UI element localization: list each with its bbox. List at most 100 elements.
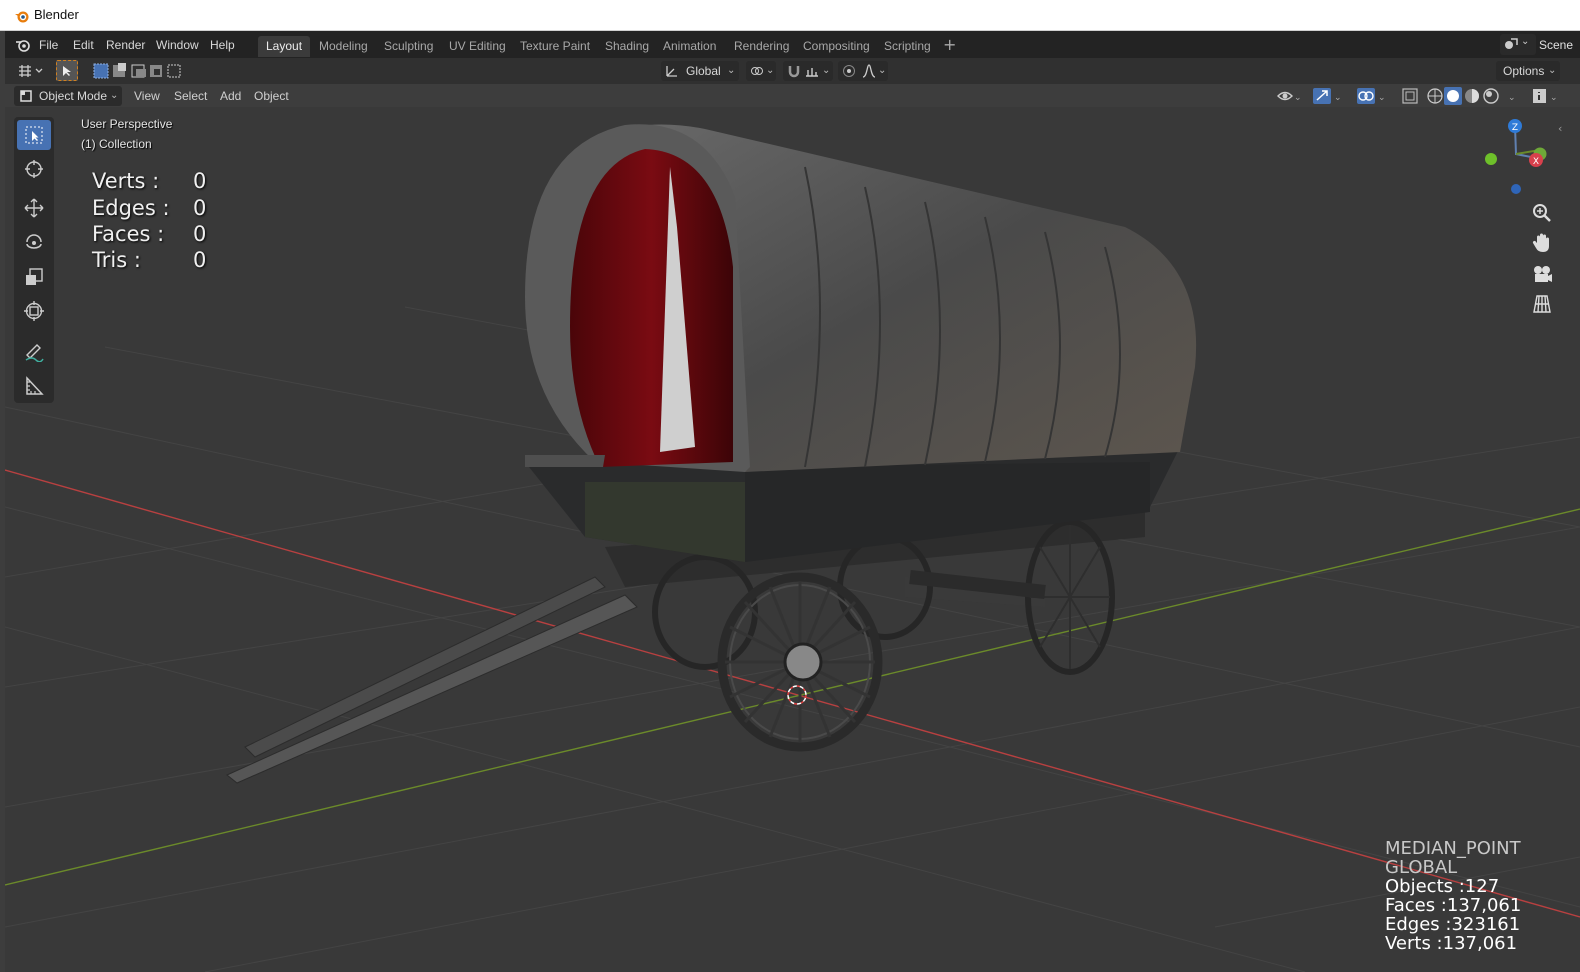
chevron-down-icon: ⌄: [766, 65, 775, 76]
tool-transform[interactable]: [17, 296, 51, 326]
menu-edit[interactable]: Edit: [73, 35, 94, 55]
options-label: Options: [1503, 64, 1545, 78]
tab-compositing[interactable]: Compositing: [795, 36, 878, 57]
tab-sculpting[interactable]: Sculpting: [376, 36, 441, 57]
wagon-model: [226, 124, 1197, 784]
view-perspective-label: User Perspective: [81, 117, 173, 131]
stat-edges-label: Edges :: [92, 196, 170, 220]
orientation-info: GLOBAL: [1385, 857, 1458, 878]
scene-icon: [1505, 38, 1518, 49]
shading-solid-icon[interactable]: [1444, 87, 1462, 105]
ortho-grid-icon[interactable]: [1530, 292, 1554, 316]
tab-scripting[interactable]: Scripting: [876, 36, 939, 57]
window-title: Blender: [34, 7, 79, 22]
tool-measure[interactable]: [17, 371, 51, 401]
zoom-magnifier-icon[interactable]: [1530, 201, 1554, 225]
blender-menu-icon[interactable]: [15, 37, 31, 53]
svg-text:⌄: ⌄: [1334, 93, 1342, 103]
viewport-header-right-icons: ⌄ ⌄ ⌄ ⌄ ⌄: [1277, 87, 1558, 105]
tab-texture-paint[interactable]: Texture Paint: [512, 36, 598, 57]
magnet-icon: [788, 66, 800, 78]
pan-hand-icon[interactable]: [1530, 231, 1554, 255]
crosshair-cursor-icon: [25, 160, 43, 178]
xray-toggle-icon[interactable]: [1402, 88, 1418, 104]
add-workspace-icon[interactable]: +: [943, 35, 956, 54]
menu-file[interactable]: File: [39, 35, 58, 55]
chevron-down-icon: ⌄: [110, 90, 119, 101]
faces-count: Faces :137,061: [1385, 895, 1522, 916]
gizmo-neg-z-axis[interactable]: [1511, 184, 1521, 194]
stat-faces-value: 0: [193, 222, 207, 246]
editor-type-icon[interactable]: [17, 63, 43, 79]
tool-annotate[interactable]: [17, 337, 51, 367]
menu-object[interactable]: Object: [254, 86, 289, 106]
gizmo-z-label: Z: [1512, 123, 1518, 133]
falloff-curve-icon: [862, 64, 876, 78]
tab-rendering[interactable]: Rendering: [726, 36, 797, 57]
menu-window[interactable]: Window: [156, 35, 199, 55]
chevron-down-icon: ⌄: [822, 65, 831, 76]
sidebar-toggle-icon[interactable]: ‹: [1558, 122, 1562, 135]
tool-rotate[interactable]: [17, 227, 51, 257]
select-box-icon: [25, 126, 43, 144]
svg-text:⌄: ⌄: [1378, 93, 1386, 103]
top-menubar: File Edit Render Window Help Layout Mode…: [5, 31, 1580, 58]
move-arrows-icon: [24, 198, 44, 218]
tab-shading[interactable]: Shading: [597, 36, 657, 57]
gizmo-toggle-icon[interactable]: ⌄: [1313, 88, 1342, 104]
menu-render[interactable]: Render: [106, 35, 145, 55]
stat-edges-value: 0: [193, 196, 207, 220]
shading-wireframe-icon[interactable]: [1427, 88, 1443, 104]
info-panel-icon[interactable]: ⌄: [1533, 89, 1558, 103]
snapping-dropdown[interactable]: ⌄: [783, 61, 833, 81]
collection-label: (1) Collection: [81, 137, 152, 151]
tool-select-box[interactable]: [17, 120, 51, 150]
verts-count: Verts :137,061: [1385, 933, 1518, 954]
tool-move[interactable]: [17, 193, 51, 223]
object-mode-icon: [20, 90, 32, 102]
menu-help[interactable]: Help: [210, 35, 235, 55]
tab-uv-editing[interactable]: UV Editing: [441, 36, 514, 57]
object-mode-dropdown[interactable]: Object Mode ⌄: [14, 86, 122, 106]
pivot-icon: [751, 67, 763, 75]
proportional-editing-dropdown[interactable]: ⌄: [838, 61, 888, 81]
options-dropdown[interactable]: Options ⌄: [1496, 61, 1560, 81]
menu-select[interactable]: Select: [174, 86, 207, 106]
tool-scale[interactable]: [17, 262, 51, 292]
object-mode-label: Object Mode: [39, 89, 108, 103]
visibility-eye-icon[interactable]: ⌄: [1277, 91, 1302, 104]
menu-view[interactable]: View: [134, 86, 160, 106]
chevron-down-icon: ⌄: [878, 65, 887, 76]
chevron-down-icon: ⌄: [727, 65, 736, 76]
pivot-info: MEDIAN_POINT: [1385, 838, 1521, 859]
3d-viewport[interactable]: [5, 107, 1580, 972]
shading-material-icon[interactable]: [1465, 89, 1479, 103]
svg-text:⌄: ⌄: [1550, 93, 1558, 103]
selection-mode-icons[interactable]: [93, 62, 187, 80]
navigation-gizmo[interactable]: Z X: [1478, 114, 1558, 200]
scale-icon: [26, 268, 43, 285]
rotate-icon: [26, 234, 42, 249]
chevron-down-icon: ⌄: [1548, 65, 1557, 76]
orientation-value: Global: [686, 64, 721, 78]
scene-selector-button[interactable]: ⌄: [1500, 34, 1536, 55]
scene-name[interactable]: Scene: [1539, 35, 1573, 55]
tab-layout[interactable]: Layout: [258, 36, 311, 57]
menu-add[interactable]: Add: [220, 86, 241, 106]
camera-view-icon[interactable]: [1530, 262, 1554, 286]
cursor-arrow-icon: [63, 66, 71, 76]
edges-count: Edges :323161: [1385, 914, 1521, 935]
transform-orientation-dropdown[interactable]: Global ⌄: [661, 61, 739, 81]
stat-faces-label: Faces :: [92, 222, 165, 246]
shading-rendered-icon[interactable]: ⌄: [1483, 88, 1516, 104]
pivot-point-dropdown[interactable]: ⌄: [746, 61, 776, 81]
tool-cursor[interactable]: [17, 154, 51, 184]
gizmo-neg-y-axis[interactable]: [1485, 153, 1497, 165]
overlays-toggle-icon[interactable]: ⌄: [1357, 88, 1386, 104]
proportional-icon: [843, 65, 855, 77]
snap-increment-icon: [806, 68, 818, 77]
select-tool-button[interactable]: [56, 60, 78, 81]
tab-modeling[interactable]: Modeling: [311, 36, 376, 57]
stat-verts-value: 0: [193, 169, 207, 193]
tab-animation[interactable]: Animation: [655, 36, 724, 57]
